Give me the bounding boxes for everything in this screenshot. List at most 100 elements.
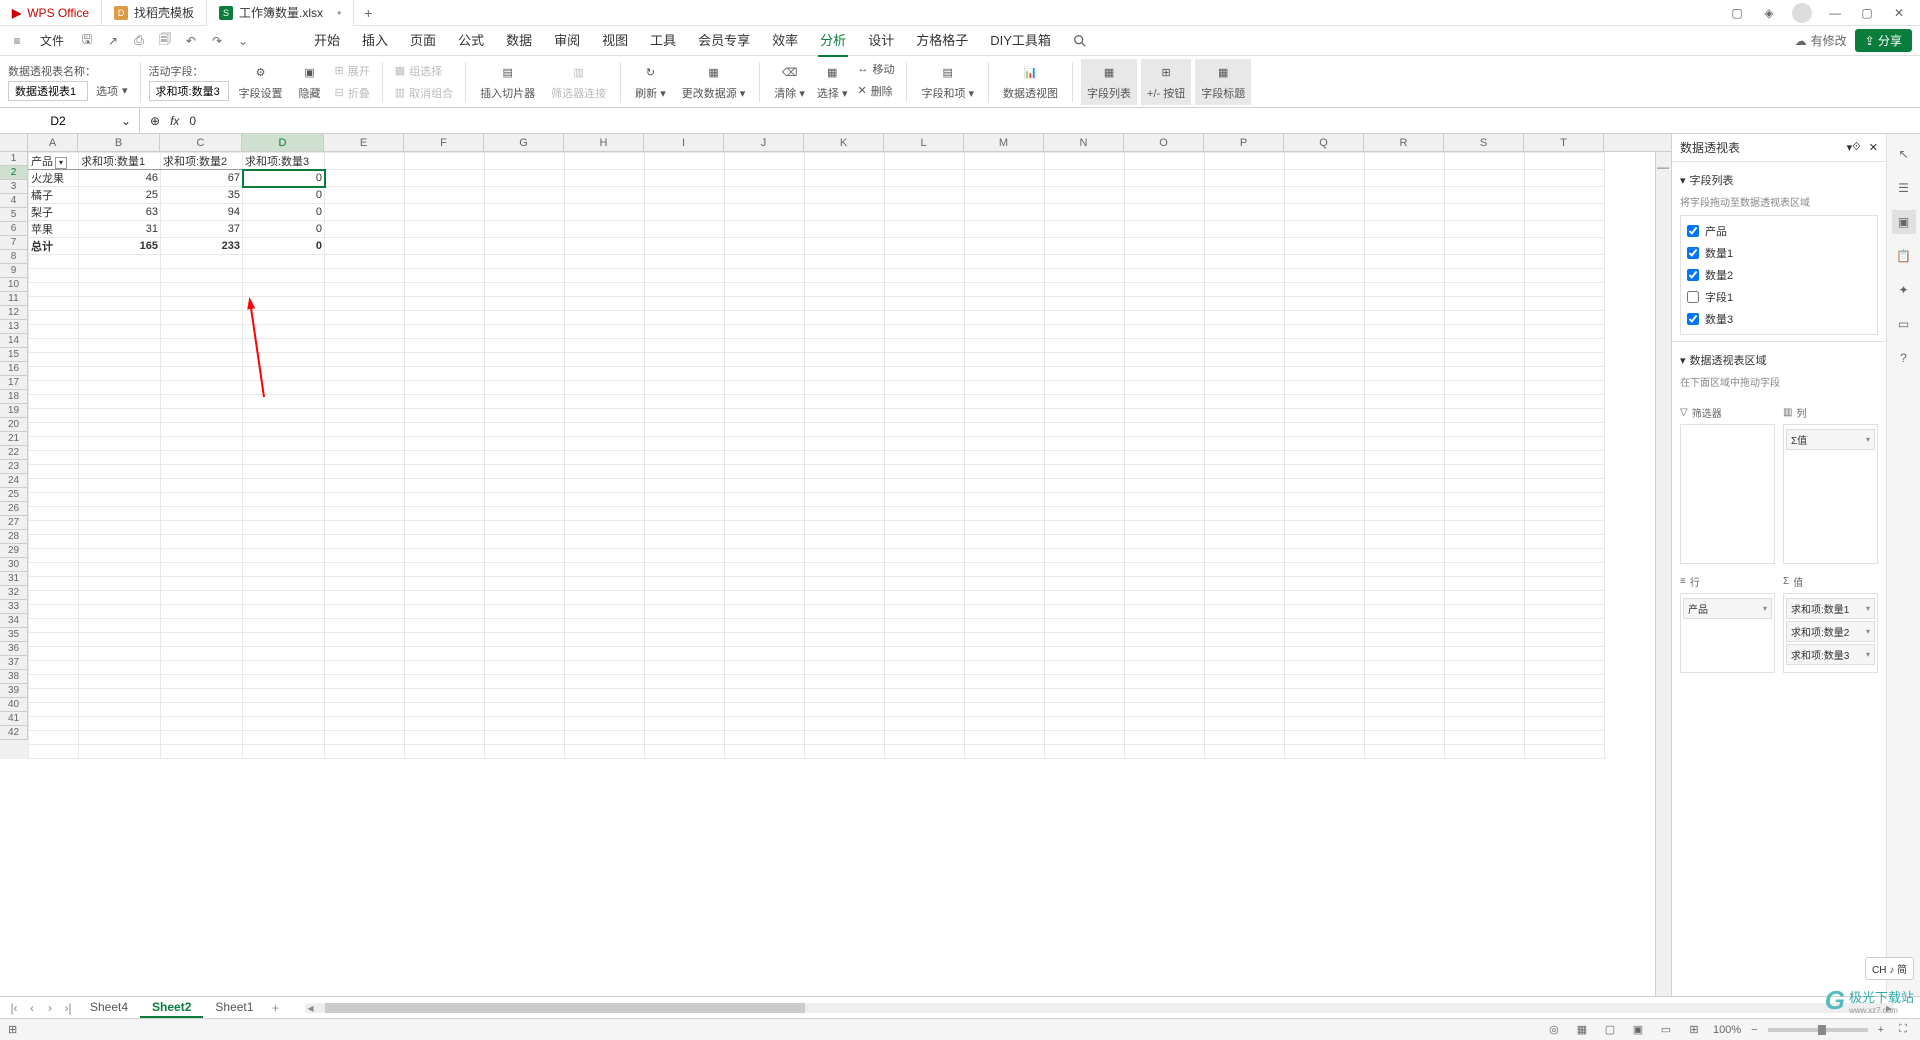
cell-N33[interactable] <box>1045 619 1125 633</box>
cell-H22[interactable] <box>565 465 645 479</box>
cell-A14[interactable] <box>29 353 79 367</box>
add-sheet-button[interactable]: + <box>267 1001 283 1015</box>
cell-T32[interactable] <box>1525 605 1605 619</box>
row-header-6[interactable]: 6 <box>0 222 28 236</box>
cell-N27[interactable] <box>1045 535 1125 549</box>
select-button[interactable]: ▦选择 ▾ <box>811 59 854 105</box>
cell-S11[interactable] <box>1445 311 1525 325</box>
cell-K28[interactable] <box>805 549 885 563</box>
cell-A29[interactable] <box>29 563 79 577</box>
cell-B1[interactable]: 求和项:数量1 <box>79 153 161 170</box>
cell-P33[interactable] <box>1205 619 1285 633</box>
cell-S9[interactable] <box>1445 283 1525 297</box>
cell-K42[interactable] <box>805 745 885 759</box>
cell-M35[interactable] <box>965 647 1045 661</box>
maximize-button[interactable]: ▢ <box>1858 4 1876 22</box>
cell-Q41[interactable] <box>1285 731 1365 745</box>
cell-S26[interactable] <box>1445 521 1525 535</box>
cell-L7[interactable] <box>885 255 965 269</box>
cell-A28[interactable] <box>29 549 79 563</box>
cell-A22[interactable] <box>29 465 79 479</box>
cell-E24[interactable] <box>325 493 405 507</box>
cell-S24[interactable] <box>1445 493 1525 507</box>
cell-K27[interactable] <box>805 535 885 549</box>
cell-M20[interactable] <box>965 437 1045 451</box>
cell-G1[interactable] <box>485 153 565 170</box>
cell-P32[interactable] <box>1205 605 1285 619</box>
cell-T14[interactable] <box>1525 353 1605 367</box>
col-header-P[interactable]: P <box>1204 134 1284 151</box>
chevron-down-icon[interactable]: ▾ <box>1866 435 1870 444</box>
cell-N39[interactable] <box>1045 703 1125 717</box>
cell-C36[interactable] <box>161 661 243 675</box>
cell-I28[interactable] <box>645 549 725 563</box>
cell-L26[interactable] <box>885 521 965 535</box>
print-preview-icon[interactable]: 🗐 <box>156 32 174 50</box>
cell-F12[interactable] <box>405 325 485 339</box>
cell-I6[interactable] <box>645 238 725 255</box>
cell-P18[interactable] <box>1205 409 1285 423</box>
cell-N37[interactable] <box>1045 675 1125 689</box>
cell-F37[interactable] <box>405 675 485 689</box>
cell-G22[interactable] <box>485 465 565 479</box>
cell-G18[interactable] <box>485 409 565 423</box>
cell-I34[interactable] <box>645 633 725 647</box>
cell-I29[interactable] <box>645 563 725 577</box>
cell-S16[interactable] <box>1445 381 1525 395</box>
cell-K29[interactable] <box>805 563 885 577</box>
cell-M10[interactable] <box>965 297 1045 311</box>
cell-G33[interactable] <box>485 619 565 633</box>
cell-H9[interactable] <box>565 283 645 297</box>
cell-Q11[interactable] <box>1285 311 1365 325</box>
cell-O7[interactable] <box>1125 255 1205 269</box>
cell-I18[interactable] <box>645 409 725 423</box>
cell-B3[interactable]: 25 <box>79 187 161 204</box>
cell-N32[interactable] <box>1045 605 1125 619</box>
cell-J34[interactable] <box>725 633 805 647</box>
cell-F42[interactable] <box>405 745 485 759</box>
cell-C19[interactable] <box>161 423 243 437</box>
menu-tab-2[interactable]: 页面 <box>408 24 438 57</box>
column-area-box[interactable]: Σ值▾ <box>1783 424 1878 564</box>
cell-M1[interactable] <box>965 153 1045 170</box>
row-header-16[interactable]: 16 <box>0 362 28 376</box>
formula-input[interactable]: 0 <box>189 114 1910 128</box>
cell-O31[interactable] <box>1125 591 1205 605</box>
cell-I39[interactable] <box>645 703 725 717</box>
cell-H17[interactable] <box>565 395 645 409</box>
fields-items-button[interactable]: ▤字段和项 ▾ <box>915 59 980 105</box>
cell-R38[interactable] <box>1365 689 1445 703</box>
pointer-tool-icon[interactable]: ↖ <box>1892 142 1916 166</box>
row-header-7[interactable]: 7 <box>0 236 28 250</box>
cell-E22[interactable] <box>325 465 405 479</box>
cell-P42[interactable] <box>1205 745 1285 759</box>
cell-Q12[interactable] <box>1285 325 1365 339</box>
cell-Q2[interactable] <box>1285 170 1365 187</box>
cell-P30[interactable] <box>1205 577 1285 591</box>
cell-J11[interactable] <box>725 311 805 325</box>
cell-R5[interactable] <box>1365 221 1445 238</box>
cell-F31[interactable] <box>405 591 485 605</box>
cell-E37[interactable] <box>325 675 405 689</box>
cell-P2[interactable] <box>1205 170 1285 187</box>
cell-B26[interactable] <box>79 521 161 535</box>
cell-D13[interactable] <box>243 339 325 353</box>
cell-Q36[interactable] <box>1285 661 1365 675</box>
cell-A33[interactable] <box>29 619 79 633</box>
cell-E42[interactable] <box>325 745 405 759</box>
features-icon[interactable]: ◎ <box>1545 1021 1563 1039</box>
col-header-K[interactable]: K <box>804 134 884 151</box>
cell-T33[interactable] <box>1525 619 1605 633</box>
cell-T21[interactable] <box>1525 451 1605 465</box>
cell-N16[interactable] <box>1045 381 1125 395</box>
area-chip[interactable]: 求和项:数量1▾ <box>1786 598 1875 619</box>
cell-T37[interactable] <box>1525 675 1605 689</box>
cell-E39[interactable] <box>325 703 405 717</box>
page-view-icon[interactable]: ▣ <box>1629 1021 1647 1039</box>
cell-J5[interactable] <box>725 221 805 238</box>
cell-F19[interactable] <box>405 423 485 437</box>
cell-N34[interactable] <box>1045 633 1125 647</box>
file-menu[interactable]: 文件 <box>34 32 70 49</box>
cell-L22[interactable] <box>885 465 965 479</box>
cell-B19[interactable] <box>79 423 161 437</box>
